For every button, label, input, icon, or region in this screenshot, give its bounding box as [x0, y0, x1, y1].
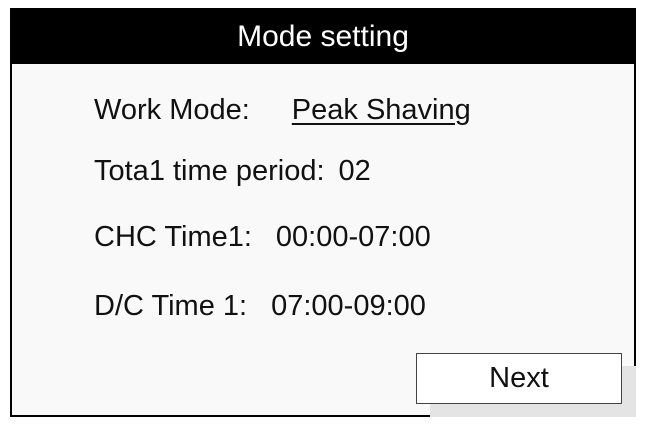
chc-time-value: 00:00-07:00: [275, 221, 431, 253]
mode-setting-panel: Mode setting Work Mode: Peak Shaving Tota…: [10, 8, 636, 417]
dc-time-value: 07:00-09:00: [271, 290, 426, 322]
dc-time-label: D/C Time 1:: [94, 290, 248, 322]
dc-time-row: D/C Time 1: 07:00-09:00: [94, 290, 426, 323]
chc-time-row: CHC Time1: 00:00-07:00: [94, 221, 431, 254]
work-mode-label: Work Mode:: [94, 94, 250, 126]
total-period-label: Tota1 time period:: [94, 155, 325, 187]
work-mode-value[interactable]: Peak Shaving: [292, 94, 471, 127]
total-period-row: Tota1 time period: 02: [94, 155, 371, 188]
total-period-value: 02: [338, 155, 371, 187]
page-title: Mode setting: [12, 10, 634, 64]
chc-time-label: CHC Time1:: [94, 221, 252, 253]
next-button[interactable]: Next: [416, 353, 622, 404]
work-mode-row: Work Mode: Peak Shaving: [94, 94, 471, 127]
